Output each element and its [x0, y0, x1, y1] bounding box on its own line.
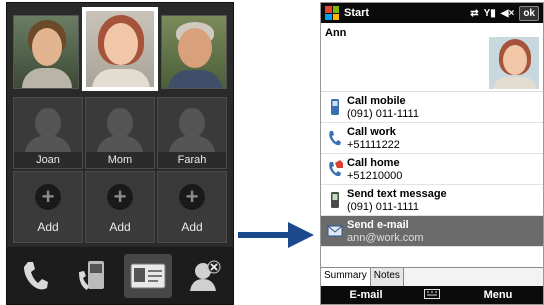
sync-icon[interactable]: ⇄ — [470, 8, 478, 19]
send-email-action[interactable]: Send e-mail ann@work.com — [321, 216, 543, 247]
call-home-action[interactable]: Call home +51210000 — [321, 154, 543, 185]
volume-icon[interactable]: ◀× — [501, 8, 515, 19]
keyboard-icon[interactable] — [411, 288, 453, 302]
phone-icon[interactable] — [11, 254, 59, 298]
favorites-grid: Joan Mom Farah + Add + Add + Add — [13, 97, 227, 243]
add-favorite-button[interactable]: + Add — [13, 171, 83, 243]
windows-start-icon[interactable] — [325, 6, 339, 20]
contact-photo-young-man[interactable] — [13, 15, 79, 89]
action-title: Call mobile — [347, 95, 406, 107]
action-value: (091) 011-1111 — [347, 108, 419, 120]
favorite-contact-farah[interactable]: Farah — [157, 97, 227, 169]
contact-details-screen: Start ⇄ Y▮ ◀× ok Ann Call mobile (091) 0… — [320, 2, 544, 305]
action-value: ann@work.com — [347, 232, 424, 244]
softkey-bar: E-mail Menu — [321, 286, 543, 304]
title-text: Start — [344, 7, 370, 19]
add-label: Add — [109, 220, 131, 234]
remove-contact-icon[interactable] — [181, 254, 229, 298]
action-value: +51210000 — [347, 170, 403, 182]
tab-summary[interactable]: Summary — [321, 268, 371, 286]
contact-card-icon[interactable] — [124, 253, 173, 298]
phone-handset-icon[interactable] — [68, 254, 116, 298]
action-title: Send text message — [347, 188, 447, 200]
menu-softkey[interactable]: Menu — [453, 289, 543, 301]
action-title: Call work — [347, 126, 396, 138]
send-text-message-action[interactable]: Send text message (091) 011-1111 — [321, 185, 543, 216]
contact-header: Ann — [321, 23, 543, 92]
tab-strip: Summary Notes — [321, 267, 543, 286]
home-phone-icon — [329, 160, 343, 177]
favorite-photos-row — [7, 7, 233, 93]
plus-icon: + — [35, 184, 61, 210]
text-message-icon — [331, 192, 339, 208]
add-favorite-button[interactable]: + Add — [157, 171, 227, 243]
contact-silhouette-icon — [179, 108, 205, 138]
mobile-phone-icon — [331, 99, 339, 115]
contact-name-label: Mom — [86, 152, 154, 168]
email-icon — [327, 225, 343, 237]
contact-silhouette-icon — [107, 108, 133, 138]
add-favorite-button[interactable]: + Add — [85, 171, 155, 243]
plus-icon: + — [179, 184, 205, 210]
contact-photo-woman-selected[interactable] — [82, 7, 158, 91]
status-icons: ⇄ Y▮ ◀× ok — [470, 5, 539, 21]
favorite-contact-joan[interactable]: Joan — [13, 97, 83, 169]
email-softkey[interactable]: E-mail — [321, 289, 411, 301]
transition-arrow-icon — [238, 222, 314, 248]
work-phone-icon — [329, 131, 341, 146]
action-value: (091) 011-1111 — [347, 201, 419, 213]
ok-button[interactable]: ok — [519, 5, 539, 21]
add-label: Add — [37, 220, 59, 234]
action-value: +51111222 — [347, 139, 400, 151]
add-label: Add — [181, 220, 203, 234]
action-title: Send e-mail — [347, 219, 409, 231]
bottom-toolbar — [7, 247, 233, 304]
contact-name: Ann — [325, 27, 347, 39]
tab-notes[interactable]: Notes — [370, 268, 404, 286]
signal-icon[interactable]: Y▮ — [484, 8, 496, 19]
contact-photo — [489, 37, 539, 89]
call-mobile-action[interactable]: Call mobile (091) 011-1111 — [321, 92, 543, 123]
contact-name-label: Joan — [14, 152, 82, 168]
favorite-contact-mom[interactable]: Mom — [85, 97, 155, 169]
contact-silhouette-icon — [35, 108, 61, 138]
plus-icon: + — [107, 184, 133, 210]
title-bar: Start ⇄ Y▮ ◀× ok — [321, 3, 543, 23]
contact-photo-older-man[interactable] — [161, 15, 227, 89]
action-title: Call home — [347, 157, 400, 169]
favorites-screen: Joan Mom Farah + Add + Add + Add — [6, 2, 234, 305]
contact-name-label: Farah — [158, 152, 226, 168]
call-work-action[interactable]: Call work +51111222 — [321, 123, 543, 154]
